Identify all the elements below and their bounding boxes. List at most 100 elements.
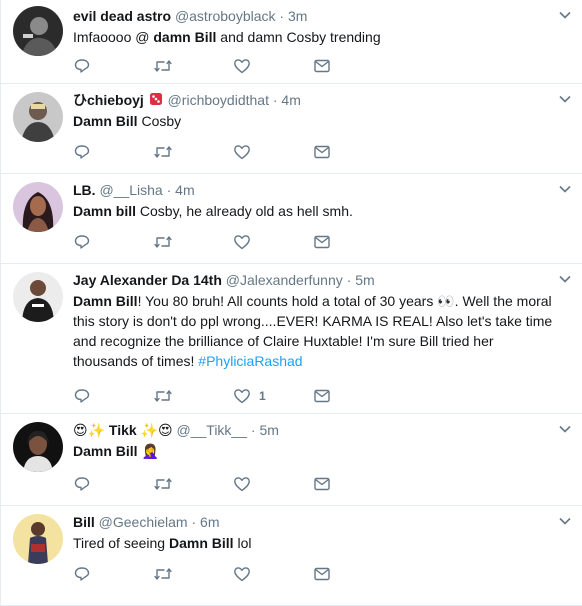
like-button[interactable] <box>233 142 313 162</box>
display-name[interactable]: LB. <box>73 182 96 198</box>
like-count: 1 <box>259 389 266 403</box>
retweet-icon <box>154 60 172 72</box>
separator: · <box>166 182 172 198</box>
chevron-down-icon[interactable] <box>558 8 572 22</box>
like-button[interactable] <box>233 474 313 494</box>
reply-button[interactable] <box>73 142 153 162</box>
tweet-header: 😍✨ Tikk ✨😍 @__Tikk__ · 5m <box>73 414 582 440</box>
message-icon <box>314 389 330 403</box>
avatar[interactable] <box>13 182 63 232</box>
retweet-icon <box>154 568 172 580</box>
tweet[interactable]: Jay Alexander Da 14th @Jalexanderfunny ·… <box>1 264 582 414</box>
message-button[interactable] <box>313 142 393 162</box>
retweet-button[interactable] <box>153 142 233 162</box>
avatar[interactable] <box>13 514 63 564</box>
text-segment: 🤦‍♀️ <box>137 443 159 459</box>
retweet-button[interactable] <box>153 564 233 584</box>
hashtag-link[interactable]: #PhyliciaRashad <box>198 353 302 369</box>
reply-button[interactable] <box>73 386 153 406</box>
reply-icon <box>74 389 90 403</box>
avatar[interactable] <box>13 422 63 472</box>
tweet-header: ひchieboyj @richboydidthat · 4m <box>73 84 582 110</box>
reply-button[interactable] <box>73 56 153 76</box>
like-icon <box>234 477 250 492</box>
reply-icon <box>74 145 90 159</box>
chevron-down-icon[interactable] <box>558 422 572 436</box>
username[interactable]: @Geechielam <box>99 514 188 530</box>
tweet-header: Bill @Geechielam · 6m <box>73 506 582 532</box>
chevron-down-icon[interactable] <box>558 182 572 196</box>
timestamp[interactable]: 5m <box>355 272 374 288</box>
reply-button[interactable] <box>73 474 153 494</box>
tweet[interactable]: Bill @Geechielam · 6m Tired of seeing Da… <box>1 506 582 606</box>
username[interactable]: @__Lisha <box>99 182 162 198</box>
display-name[interactable]: Bill <box>73 514 95 530</box>
text-segment: ! You 80 bruh! All counts hold a total o… <box>73 293 553 369</box>
tweet-header: evil dead astro @astroboyblack · 3m <box>73 0 582 26</box>
message-button[interactable] <box>313 232 393 252</box>
reply-icon <box>74 235 90 249</box>
name-text: Tikk <box>108 422 137 438</box>
tweet[interactable]: ひchieboyj @richboydidthat · 4m Damn Bill… <box>1 84 582 174</box>
tweet[interactable]: 😍✨ Tikk ✨😍 @__Tikk__ · 5m Damn Bill 🤦‍♀️ <box>1 414 582 506</box>
text-segment: and damn Cosby trending <box>216 29 381 45</box>
avatar[interactable] <box>13 6 63 56</box>
tweet-text: Damn Bill! You 80 bruh! All counts hold … <box>73 291 582 371</box>
tweet[interactable]: evil dead astro @astroboyblack · 3m Imfa… <box>1 0 582 84</box>
tweet-actions <box>73 564 393 584</box>
message-button[interactable] <box>313 56 393 76</box>
text-segment: Tired of seeing <box>73 535 169 551</box>
timestamp[interactable]: 5m <box>259 422 278 438</box>
timestamp[interactable]: 4m <box>175 182 194 198</box>
username[interactable]: @Jalexanderfunny <box>226 272 343 288</box>
retweet-button[interactable] <box>153 474 233 494</box>
message-button[interactable] <box>313 386 393 406</box>
message-icon <box>314 477 330 491</box>
retweet-icon <box>154 146 172 158</box>
highlight-segment: Damn Bill <box>168 535 234 551</box>
separator: · <box>272 92 278 108</box>
display-name[interactable]: evil dead astro <box>73 8 171 24</box>
tweet-text: Tired of seeing Damn Bill lol <box>73 533 582 553</box>
chevron-down-icon[interactable] <box>558 272 572 286</box>
display-name[interactable]: 😍✨ Tikk ✨😍 <box>73 422 173 438</box>
retweet-button[interactable] <box>153 232 233 252</box>
message-button[interactable] <box>313 564 393 584</box>
chevron-down-icon[interactable] <box>558 92 572 106</box>
retweet-icon <box>154 478 172 490</box>
username[interactable]: @__Tikk__ <box>177 422 248 438</box>
reply-icon <box>74 567 90 581</box>
highlight-segment: Damn bill <box>73 203 137 219</box>
username[interactable]: @richboydidthat <box>168 92 269 108</box>
retweet-button[interactable] <box>153 386 233 406</box>
retweet-button[interactable] <box>153 56 233 76</box>
name-suffix-emoji: ✨😍 <box>140 422 173 438</box>
reply-button[interactable] <box>73 564 153 584</box>
text-segment: Cosby, he already old as hell smh. <box>136 203 353 219</box>
like-button[interactable] <box>233 564 313 584</box>
avatar[interactable] <box>13 272 63 322</box>
chevron-down-icon[interactable] <box>558 514 572 528</box>
name-prefix-emoji: 😍✨ <box>73 422 106 438</box>
text-segment: Cosby <box>137 113 182 129</box>
separator: · <box>191 514 197 530</box>
username[interactable]: @astroboyblack <box>175 8 276 24</box>
display-name[interactable]: Jay Alexander Da 14th <box>73 272 222 288</box>
display-name[interactable]: ひchieboyj <box>73 92 144 108</box>
reply-button[interactable] <box>73 232 153 252</box>
separator: · <box>279 8 285 24</box>
reply-icon <box>74 59 90 73</box>
timestamp[interactable]: 3m <box>288 8 307 24</box>
message-button[interactable] <box>313 474 393 494</box>
tweet-actions <box>73 142 393 162</box>
message-icon <box>314 235 330 249</box>
tweet[interactable]: LB. @__Lisha · 4m Damn bill Cosby, he al… <box>1 174 582 264</box>
timestamp[interactable]: 4m <box>281 92 300 108</box>
timestamp[interactable]: 6m <box>200 514 219 530</box>
like-button[interactable] <box>233 56 313 76</box>
die-icon <box>149 93 162 105</box>
tweet-actions: 1 <box>73 386 393 406</box>
like-button[interactable] <box>233 232 313 252</box>
avatar[interactable] <box>13 92 63 142</box>
like-button[interactable]: 1 <box>233 386 313 406</box>
